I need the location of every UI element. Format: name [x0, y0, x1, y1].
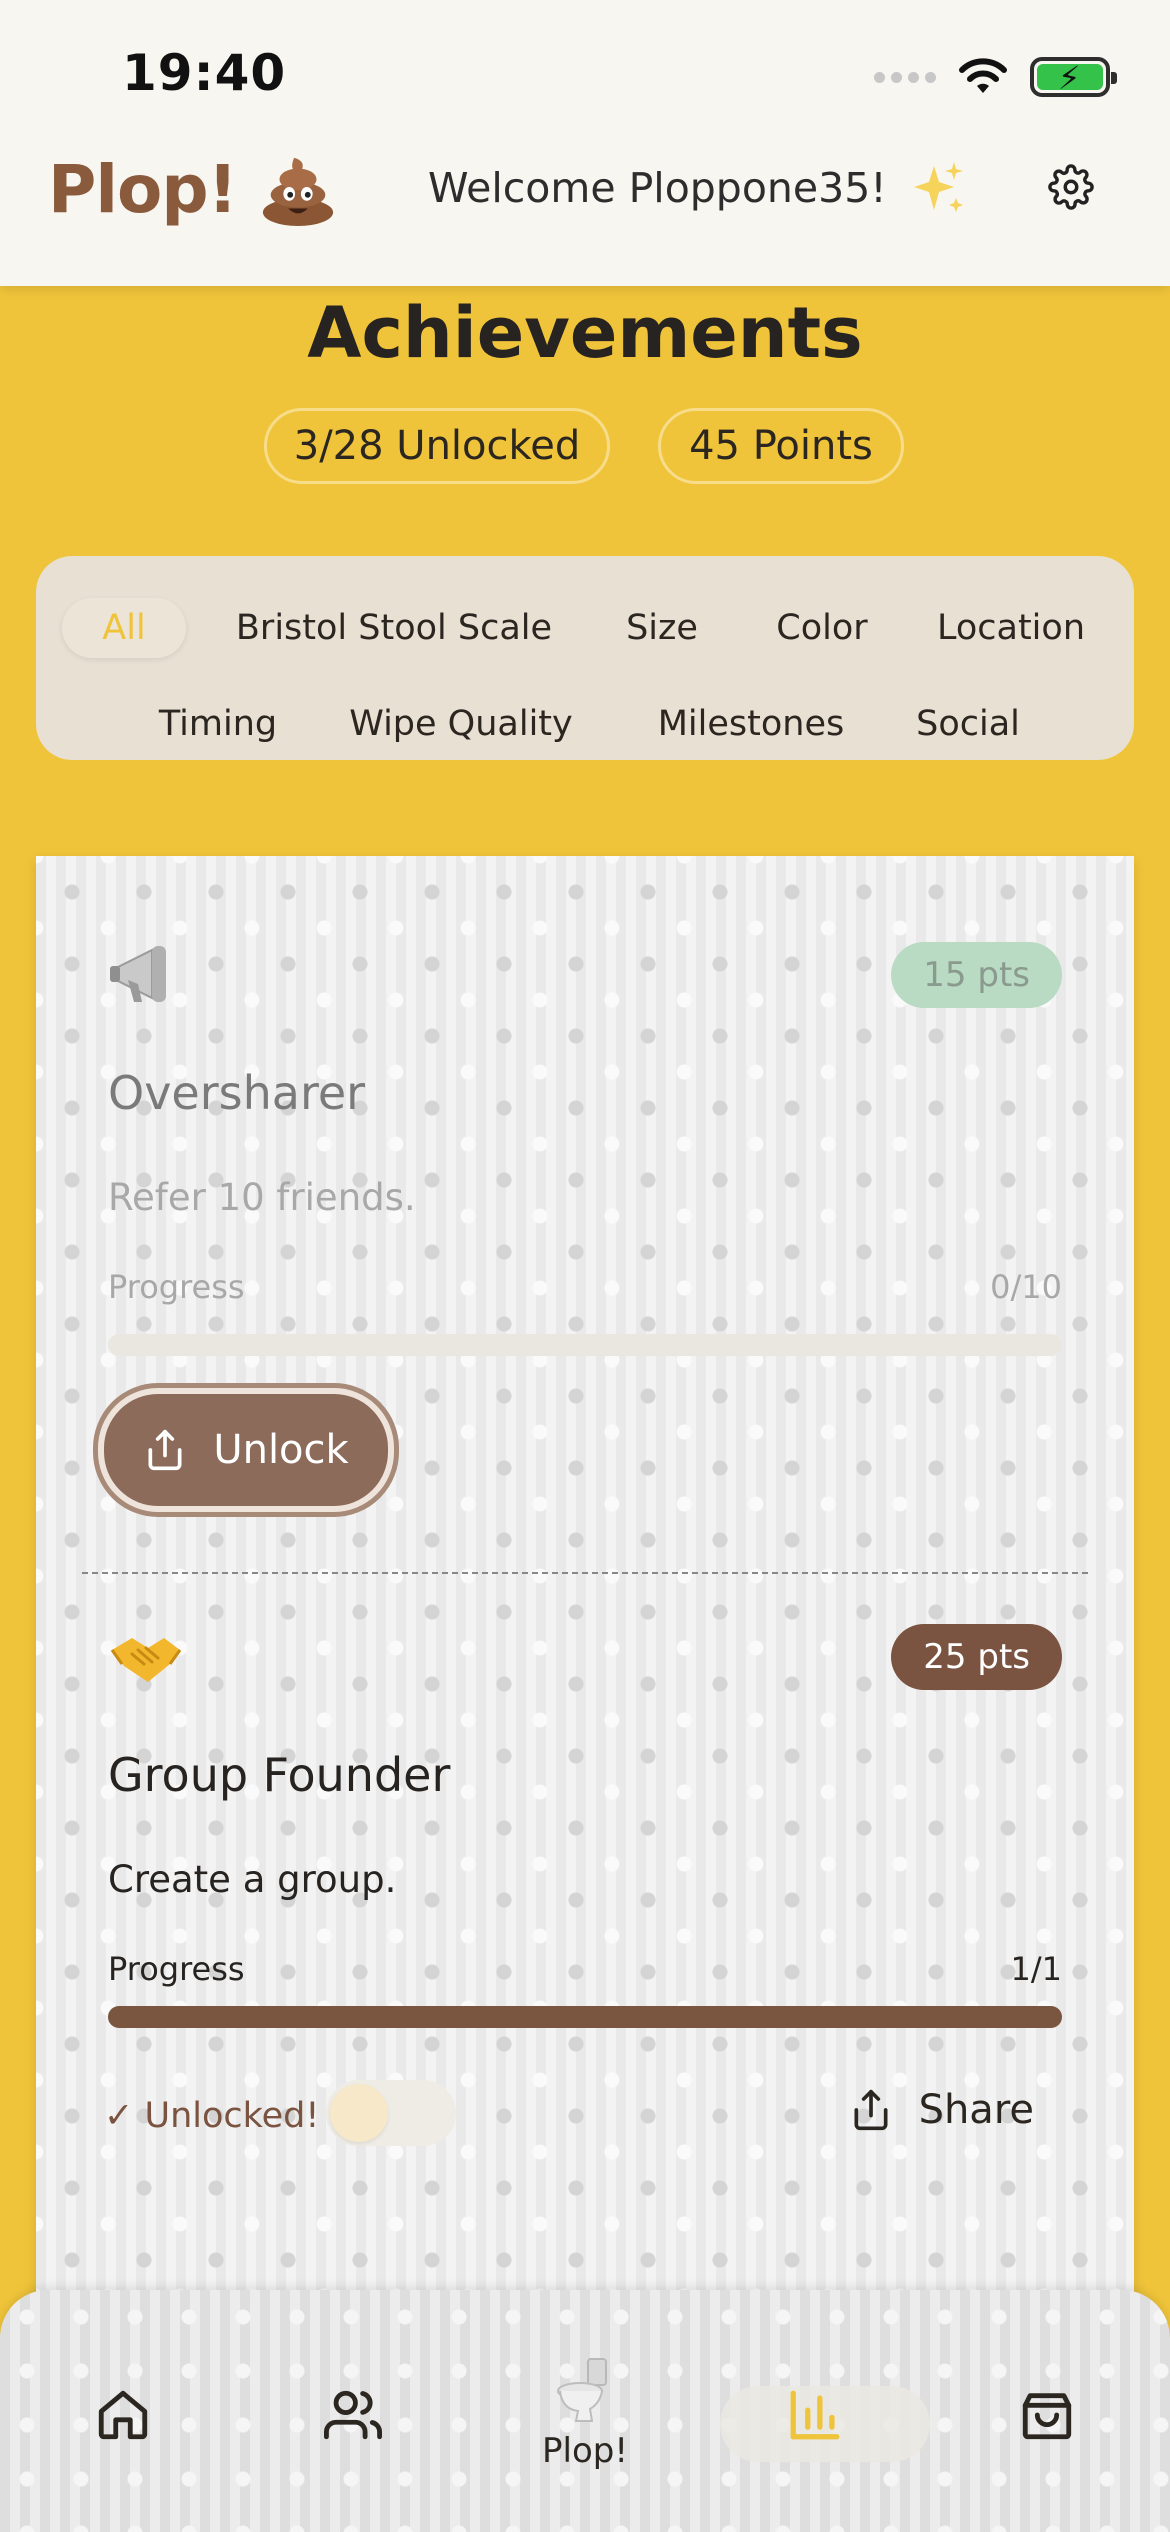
- filter-chip-all[interactable]: All: [62, 598, 186, 658]
- unlock-button-label: Unlock: [213, 1427, 349, 1473]
- progress-value: 0/10: [990, 1268, 1062, 1306]
- status-time: 19:40: [122, 44, 287, 102]
- status-icons: ⚡: [874, 52, 1117, 102]
- signal-dots-icon: [874, 71, 936, 83]
- achievement-card-oversharer: 15 pts Oversharer Refer 10 friends. Prog…: [36, 856, 1134, 1556]
- achievement-card-group-founder: 25 pts Group Founder Create a group. Pro…: [36, 1576, 1134, 2296]
- megaphone-icon: [110, 946, 166, 1002]
- filter-chip-color[interactable]: Color: [752, 598, 892, 658]
- points-badge: 15 pts: [891, 942, 1062, 1008]
- achievement-title: Group Founder: [108, 1748, 451, 1802]
- progress-label: Progress: [108, 1950, 245, 1988]
- share-button[interactable]: Share: [849, 2086, 1034, 2134]
- brand-logo[interactable]: Plop!: [48, 150, 337, 228]
- progress-fill: [108, 2006, 1062, 2028]
- toggle-knob: [330, 2084, 388, 2142]
- visibility-toggle[interactable]: [326, 2080, 456, 2146]
- share-icon: [148, 1429, 182, 1471]
- unlocked-count-pill: 3/28 Unlocked: [264, 408, 610, 484]
- unlock-button[interactable]: Unlock: [93, 1383, 399, 1517]
- filter-chip-social[interactable]: Social: [902, 694, 1034, 754]
- points-pill: 45 Points: [658, 408, 904, 484]
- unlocked-status: ✓ Unlocked!: [104, 2096, 320, 2136]
- welcome-message: Welcome Ploppone35!: [428, 164, 887, 212]
- tab-plop-label: Plop!: [542, 2431, 628, 2471]
- poop-icon: [262, 157, 333, 227]
- achievement-description: Refer 10 friends.: [108, 1176, 416, 1219]
- wifi-icon: [959, 58, 1007, 93]
- filter-chip-size[interactable]: Size: [602, 598, 722, 658]
- achievement-title: Oversharer: [108, 1066, 366, 1120]
- gear-icon[interactable]: [1048, 164, 1094, 210]
- toilet-icon: [557, 2358, 607, 2422]
- achievement-description: Create a group.: [108, 1858, 397, 1901]
- tab-shop[interactable]: [992, 2360, 1102, 2470]
- filter-chip-timing[interactable]: Timing: [146, 694, 290, 754]
- achievement-divider: [82, 1572, 1088, 1574]
- bar-chart-icon: [790, 2390, 840, 2440]
- share-button-label: Share: [918, 2087, 1034, 2133]
- brand-title: Plop!: [48, 150, 238, 228]
- shopping-bag-icon: [1022, 2393, 1072, 2440]
- sparkles-icon[interactable]: [908, 158, 968, 218]
- tab-home[interactable]: [68, 2360, 178, 2470]
- filter-chip-wipe-quality[interactable]: Wipe Quality: [336, 694, 586, 754]
- battery-charging-icon: ⚡: [1030, 57, 1117, 97]
- progress-bar: [108, 1334, 1062, 1356]
- bottom-tab-bar: Plop!: [0, 2290, 1170, 2532]
- page-title: Achievements: [307, 292, 863, 374]
- progress-label: Progress: [108, 1268, 245, 1306]
- friends-icon: [324, 2390, 383, 2440]
- filter-chip-location[interactable]: Location: [916, 598, 1106, 658]
- progress-value: 1/1: [1010, 1950, 1063, 1988]
- filter-chip-bristol-stool-scale[interactable]: Bristol Stool Scale: [220, 598, 568, 658]
- app-header: 19:40 ⚡ Plop! Welcome Ploppone35!: [0, 0, 1170, 286]
- home-icon: [98, 2390, 148, 2440]
- share-icon: [854, 2089, 888, 2131]
- tab-stats[interactable]: [720, 2360, 930, 2470]
- progress-bar: [108, 2006, 1062, 2028]
- filter-chip-milestones[interactable]: Milestones: [636, 694, 866, 754]
- tab-plop[interactable]: Plop!: [530, 2338, 640, 2488]
- points-badge: 25 pts: [891, 1624, 1062, 1690]
- handshake-icon: [110, 1638, 182, 1682]
- tab-friends[interactable]: [298, 2360, 408, 2470]
- achievements-list[interactable]: 15 pts Oversharer Refer 10 friends. Prog…: [36, 856, 1134, 2356]
- category-filters: All Bristol Stool Scale Size Color Locat…: [36, 556, 1134, 760]
